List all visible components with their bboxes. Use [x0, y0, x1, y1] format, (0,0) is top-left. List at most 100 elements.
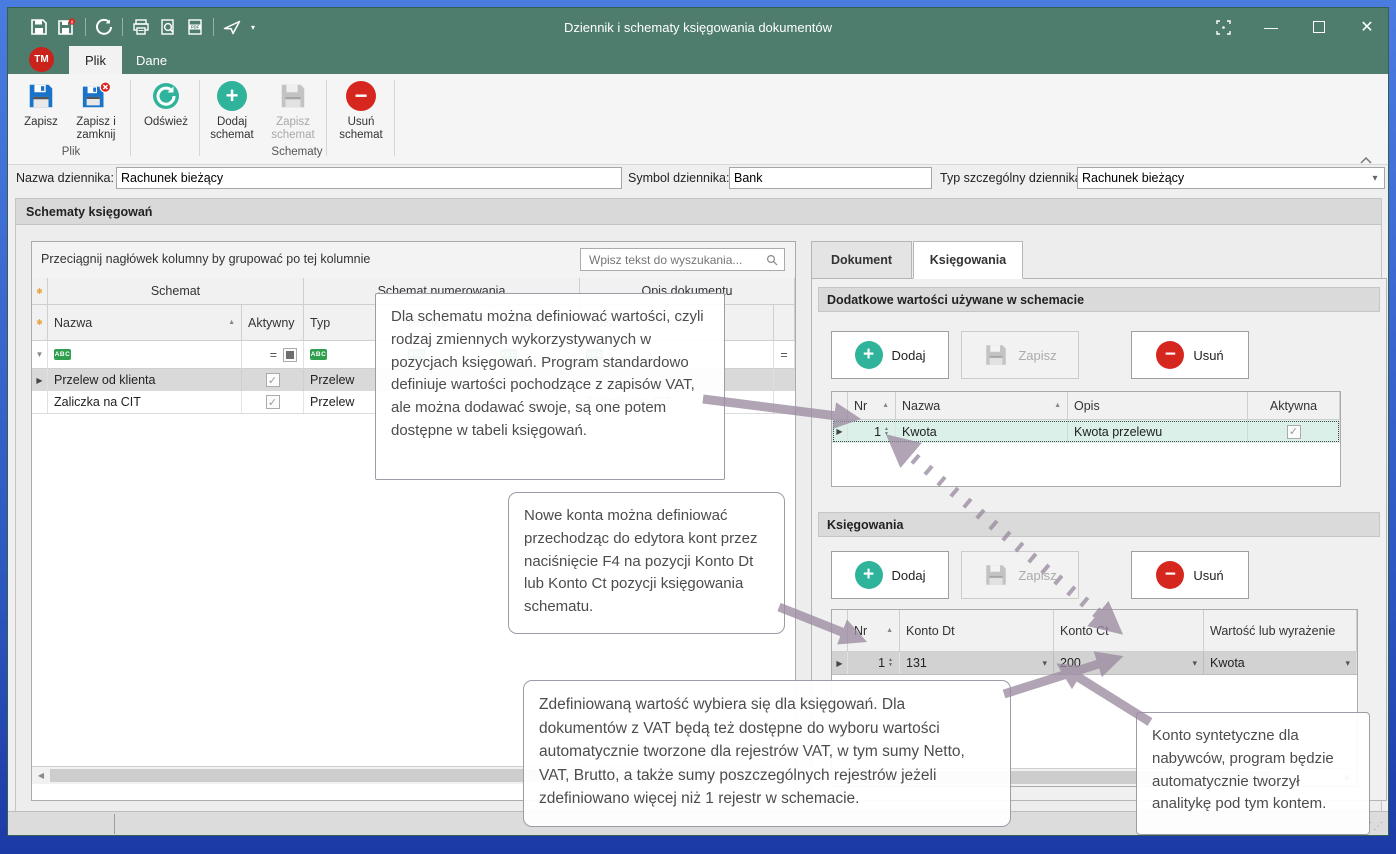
col-konto-dt[interactable]: Konto Dt: [900, 610, 1054, 652]
grid-indicator-col: [832, 610, 848, 652]
journal-symbol-input[interactable]: [729, 167, 932, 189]
cell-nazwa[interactable]: Zaliczka na CIT: [48, 391, 242, 413]
save-and-close-button[interactable]: Zapisz i zamknij: [66, 78, 126, 146]
checkbox-checked[interactable]: ✓: [1287, 425, 1301, 439]
col-nazwa[interactable]: Nazwa▲: [48, 305, 242, 341]
table-row[interactable]: ▶ 1▲▼ Kwota Kwota przelewu ✓: [832, 420, 1340, 443]
print-icon[interactable]: [132, 18, 150, 36]
tab-ksiegowania[interactable]: Księgowania: [913, 241, 1023, 279]
svg-text:x: x: [71, 20, 74, 26]
col-wartosc[interactable]: Wartość lub wyrażenie: [1204, 610, 1357, 652]
col-aktywny[interactable]: Aktywny: [242, 305, 304, 341]
export-pdf-icon[interactable]: PDF: [186, 18, 204, 36]
save-close-icon[interactable]: x: [57, 18, 76, 36]
sort-asc-icon: ▲: [1054, 402, 1061, 409]
cell-konto-dt[interactable]: 131▾: [900, 652, 1054, 674]
titlebar: x PDF ▾ Dziennik i schematy księgowania …: [8, 8, 1388, 46]
add-icon: +: [855, 341, 883, 369]
cell-konto-ct[interactable]: 200▾: [1054, 652, 1204, 674]
sort-asc-icon: ▲: [882, 402, 889, 409]
save-schema-button[interactable]: Zapisz schemat: [262, 78, 324, 146]
tab-dokument[interactable]: Dokument: [811, 241, 912, 279]
ribbon-group-schematy: Schematy: [204, 146, 390, 158]
tab-plik[interactable]: Plik: [69, 46, 122, 74]
send-dropdown-caret-icon[interactable]: ▾: [251, 23, 255, 32]
funnel-icon: ▼: [36, 350, 44, 359]
callout-synthetic-account-info: Konto syntetyczne dla nabywców, program …: [1136, 712, 1370, 835]
col-extra: [774, 305, 795, 341]
checkbox-checked[interactable]: ✓: [266, 395, 280, 409]
cell-opis[interactable]: Kwota przelewu: [1068, 420, 1248, 443]
save-posting-button[interactable]: Zapisz: [961, 551, 1079, 599]
filter-checkbox[interactable]: [283, 348, 297, 362]
sort-asc-icon: ▲: [886, 627, 893, 634]
add-icon: +: [217, 81, 247, 111]
col-konto-ct[interactable]: Konto Ct: [1054, 610, 1204, 652]
ribbon-separator: [326, 80, 327, 156]
schemas-groupbox-header: Schematy księgowań: [16, 199, 1381, 225]
checkbox-checked[interactable]: ✓: [266, 373, 280, 387]
delete-posting-button[interactable]: − Usuń: [1131, 551, 1249, 599]
cell-nazwa[interactable]: Kwota: [896, 420, 1068, 443]
col-nazwa[interactable]: Nazwa▲: [896, 392, 1068, 420]
cell-aktywny[interactable]: ✓: [242, 369, 304, 391]
add-value-button[interactable]: + Dodaj: [831, 331, 949, 379]
cell-nr[interactable]: 1▲▼: [848, 652, 900, 674]
save-icon: [983, 342, 1009, 368]
cell-nr[interactable]: 1▲▼: [848, 420, 896, 443]
ribbon-tab-row: TM Plik Dane: [8, 46, 1388, 74]
send-icon[interactable]: [223, 19, 242, 36]
journal-type-combobox[interactable]: Rachunek bieżący: [1077, 167, 1385, 189]
fit-window-icon[interactable]: [1212, 16, 1234, 38]
save-icon[interactable]: [30, 18, 48, 36]
save-value-button[interactable]: Zapisz: [961, 331, 1079, 379]
cell-wartosc[interactable]: Kwota▾: [1204, 652, 1357, 674]
combo-caret-icon[interactable]: ▾: [1366, 167, 1384, 189]
delete-icon: −: [1156, 561, 1184, 589]
delete-value-button[interactable]: − Usuń: [1131, 331, 1249, 379]
filter-aktywny[interactable]: =: [242, 341, 304, 369]
equals-filter-icon: =: [780, 348, 787, 362]
col-opis[interactable]: Opis: [1068, 392, 1248, 420]
groupby-panel[interactable]: Przeciągnij nagłówek kolumny by grupować…: [32, 242, 795, 279]
col-aktywna[interactable]: Aktywna: [1248, 392, 1340, 420]
journal-name-label: Nazwa dziennika:: [16, 171, 114, 185]
delete-schema-button[interactable]: − Usuń schemat: [332, 78, 390, 146]
minimize-button[interactable]: —: [1260, 16, 1282, 38]
tab-dane[interactable]: Dane: [120, 46, 183, 74]
col-nr[interactable]: Nr▲: [848, 392, 896, 420]
print-preview-icon[interactable]: [159, 18, 177, 36]
asterisk-icon: ✱: [36, 287, 43, 296]
app-logo[interactable]: TM: [29, 47, 54, 72]
add-icon: +: [855, 561, 883, 589]
row-pointer-icon: ▶: [32, 369, 48, 391]
refresh-icon[interactable]: [95, 18, 113, 36]
close-button[interactable]: ✕: [1356, 16, 1378, 38]
save-button[interactable]: Zapisz: [16, 78, 66, 146]
cell-nazwa[interactable]: Przelew od klienta: [48, 369, 242, 391]
equals-filter-icon: =: [270, 348, 277, 362]
search-box[interactable]: [580, 248, 785, 271]
search-input[interactable]: [587, 252, 766, 268]
band-schemat[interactable]: Schemat: [48, 278, 304, 305]
cell-aktywny[interactable]: ✓: [242, 391, 304, 413]
toolbar-separator: [85, 18, 86, 36]
combo-caret-icon: ▾: [1345, 658, 1350, 669]
filter-extra[interactable]: =: [774, 341, 795, 369]
refresh-button[interactable]: Odśwież: [136, 78, 196, 146]
ribbon-group-plik: Plik: [16, 146, 126, 158]
cell-aktywna[interactable]: ✓: [1248, 420, 1340, 443]
add-posting-button[interactable]: + Dodaj: [831, 551, 949, 599]
callout-defined-value-info: Zdefiniowaną wartość wybiera się dla ksi…: [523, 680, 1011, 827]
save-icon: [26, 78, 56, 114]
values-grid: Nr▲ Nazwa▲ Opis Aktywna ▶ 1▲▼ Kwota Kwot…: [831, 391, 1341, 487]
table-row[interactable]: ▶ 1▲▼ 131▾ 200▾ Kwota▾: [832, 652, 1357, 675]
maximize-button[interactable]: [1308, 16, 1330, 38]
filter-nazwa[interactable]: ABC: [48, 341, 242, 369]
scroll-left-button[interactable]: ◀: [33, 768, 49, 783]
add-schema-button[interactable]: + Dodaj schemat: [204, 78, 260, 146]
col-nr[interactable]: Nr▲: [848, 610, 900, 652]
values-section-header: Dodatkowe wartości używane w schemacie: [818, 287, 1380, 312]
journal-name-input[interactable]: [116, 167, 622, 189]
row-pointer-icon: ▶: [832, 420, 848, 443]
